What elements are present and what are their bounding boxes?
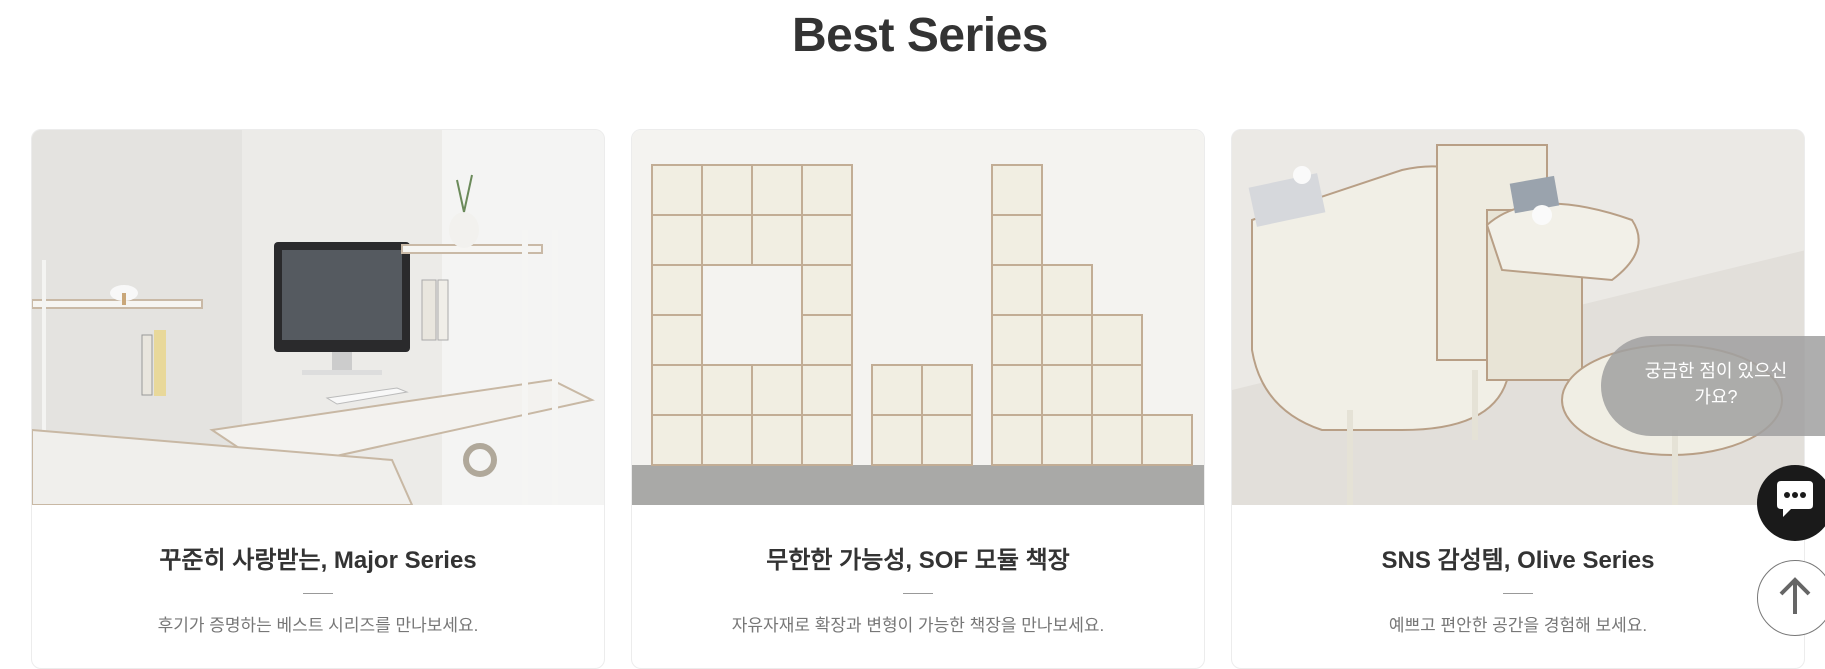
- chat-prompt-bubble[interactable]: 궁금한 점이 있으신가요?: [1601, 336, 1825, 436]
- card-title[interactable]: SNS 감성템, Olive Series: [1232, 540, 1804, 575]
- divider: [303, 593, 333, 594]
- card-title[interactable]: 무한한 가능성, SOF 모듈 책장: [632, 540, 1204, 575]
- card-description: 예쁘고 편안한 공간을 경험해 보세요.: [1388, 616, 1648, 635]
- product-image[interactable]: [1232, 130, 1804, 505]
- section-title: Best Series: [792, 9, 1049, 62]
- series-card-sof[interactable]: 무한한 가능성, SOF 모듈 책장 자유자재로 확장과 변형이 가능한 책장을…: [631, 129, 1205, 669]
- arrow-up-icon: [1777, 576, 1813, 621]
- divider: [1503, 593, 1533, 594]
- chat-prompt-text: 궁금한 점이 있으신가요?: [1644, 361, 1788, 407]
- product-image[interactable]: [32, 130, 604, 505]
- card-title[interactable]: 꾸준히 사랑받는, Major Series: [32, 540, 604, 575]
- chat-button[interactable]: [1757, 465, 1825, 541]
- scroll-to-top-button[interactable]: [1757, 560, 1825, 636]
- chat-icon: [1773, 480, 1817, 526]
- series-card-major[interactable]: 꾸준히 사랑받는, Major Series 후기가 증명하는 베스트 시리즈를…: [31, 129, 605, 669]
- product-image[interactable]: [632, 130, 1204, 505]
- divider: [903, 593, 933, 594]
- card-description: 자유자재로 확장과 변형이 가능한 책장을 만나보세요.: [731, 616, 1105, 635]
- card-description: 후기가 증명하는 베스트 시리즈를 만나보세요.: [157, 616, 479, 635]
